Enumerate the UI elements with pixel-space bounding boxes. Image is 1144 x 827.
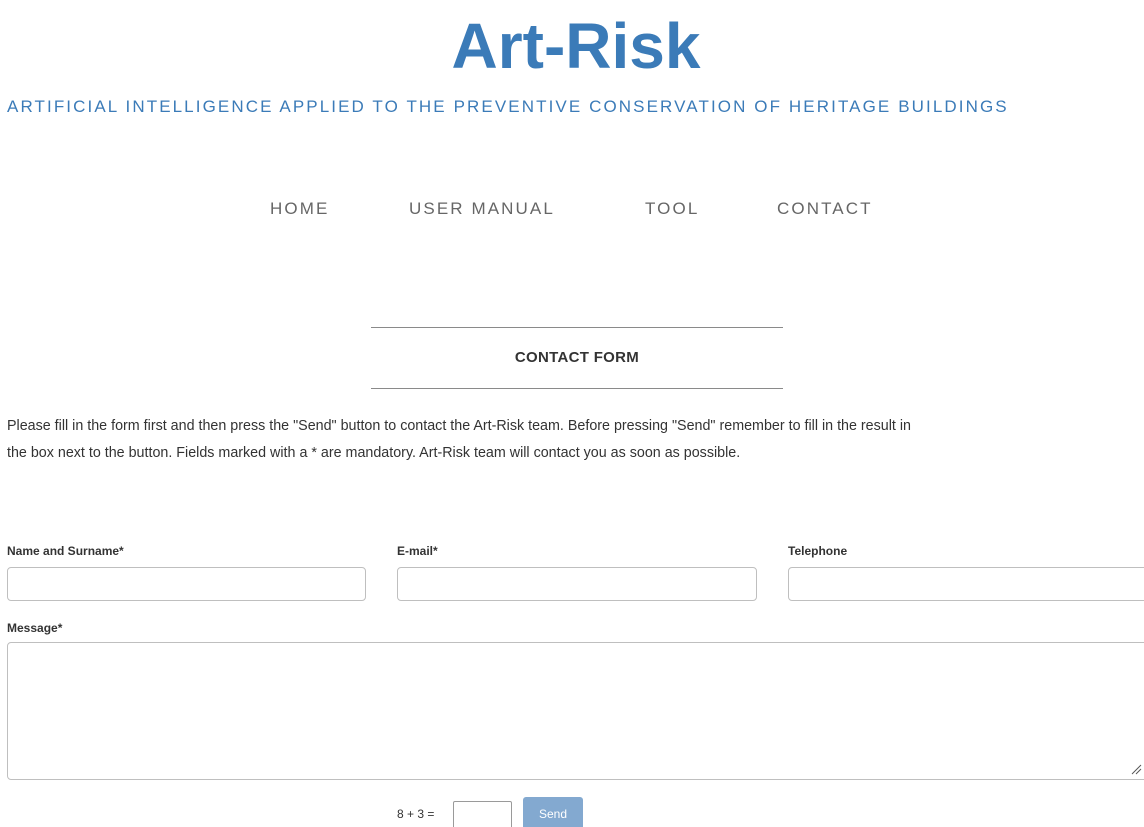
nav-item-tool[interactable]: TOOL <box>645 198 699 220</box>
captcha-answer-field[interactable] <box>453 801 512 827</box>
intro-line-2: the box next to the button. Fields marke… <box>7 445 741 461</box>
resize-grip-icon[interactable] <box>1130 763 1142 775</box>
intro-text: Please fill in the form first and then p… <box>7 413 1144 467</box>
email-field-label: E-mail* <box>397 544 438 558</box>
message-field[interactable] <box>7 642 1144 780</box>
nav-item-contact[interactable]: CONTACT <box>777 198 873 220</box>
nav-item-user-manual[interactable]: USER MANUAL <box>409 198 555 220</box>
email-field[interactable] <box>397 567 757 601</box>
section-title: CONTACT FORM <box>514 349 640 366</box>
nav-item-home[interactable]: HOME <box>270 198 329 220</box>
captcha-question: 8 + 3 = <box>397 807 435 821</box>
telephone-field-label: Telephone <box>788 544 848 558</box>
intro-line-1: Please fill in the form first and then p… <box>7 418 911 434</box>
main-nav: HOME USER MANUAL TOOL CONTACT <box>0 198 1144 220</box>
send-button[interactable]: Send <box>523 797 583 827</box>
name-field[interactable] <box>7 567 366 601</box>
section-divider-top <box>371 327 783 328</box>
message-field-label: Message* <box>7 621 63 635</box>
site-tagline: ARTIFICIAL INTELLIGENCE APPLIED TO THE P… <box>7 97 1009 116</box>
site-logo[interactable]: Art-Risk <box>0 8 1144 84</box>
name-field-label: Name and Surname* <box>7 544 124 558</box>
section-divider-bottom <box>371 388 783 389</box>
telephone-field[interactable] <box>788 567 1144 601</box>
